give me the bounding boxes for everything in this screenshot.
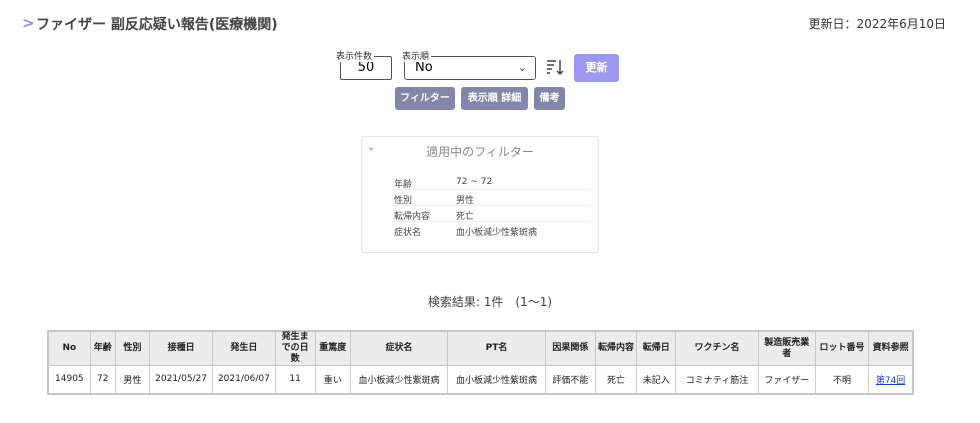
filter-key: 転帰内容 [394, 212, 431, 222]
results-table: No 年齢 性別 接種日 発生日 発生までの日数 重篤度 症状名 PT名 因果関… [47, 330, 914, 395]
cell-pt-name: 血小板減少性紫斑病 [447, 365, 546, 394]
filter-button[interactable]: フィルター [395, 87, 455, 110]
column-header[interactable]: 発生までの日数 [274, 330, 316, 366]
column-header[interactable]: 年齢 [89, 330, 116, 366]
column-header[interactable]: 接種日 [148, 330, 214, 366]
column-header[interactable]: 転帰内容 [594, 330, 638, 366]
reference-link[interactable]: 第74回 [876, 376, 905, 386]
cell-symptom: 血小板減少性紫斑病 [349, 365, 449, 394]
filter-row-sex: 性別 男性 [392, 191, 590, 206]
filter-row-outcome: 転帰内容 死亡 [392, 207, 590, 222]
column-header[interactable]: 製造販売業者 [757, 330, 816, 366]
page-header: > ファイザー 副反応疑い報告(医療機関) 更新日：2022年6月10日 [22, 12, 958, 36]
active-filter-panel: ⌄ 適用中のフィルター 年齢 72 ~ 72 性別 男性 転帰内容 死亡 症状名… [361, 136, 599, 253]
updated-date: 更新日：2022年6月10日 [808, 17, 946, 31]
column-header[interactable]: 症状名 [349, 330, 449, 366]
filter-key: 症状名 [394, 228, 422, 238]
filter-value: 死亡 [456, 212, 475, 222]
cell-reference: 第74回 [868, 365, 914, 394]
column-header[interactable]: 転帰日 [636, 330, 677, 366]
display-order-label: 表示順 [400, 49, 432, 62]
column-header[interactable]: ワクチン名 [675, 330, 759, 366]
filter-key: 年齢 [394, 180, 413, 190]
cell-days-to-onset: 11 [274, 365, 316, 394]
display-count-label: 表示件数 [334, 49, 375, 62]
display-order-value: No [415, 60, 433, 75]
column-header[interactable]: PT名 [447, 330, 546, 366]
filter-panel-title: 適用中のフィルター [426, 145, 534, 159]
table-row: 14905 72 男性 2021/05/27 2021/06/07 11 重い … [47, 365, 914, 394]
filter-value: 血小板減少性紫斑病 [456, 228, 538, 238]
cell-severity: 重い [314, 365, 351, 394]
search-result-summary: 検索結果: 1件 (1〜1) [427, 295, 553, 309]
column-header[interactable]: 性別 [114, 330, 150, 366]
cell-lot: 不明 [814, 365, 870, 394]
filter-key: 性別 [394, 196, 413, 206]
column-header[interactable]: 重篤度 [314, 330, 351, 366]
cell-age: 72 [89, 365, 116, 394]
column-header[interactable]: 資料参照 [868, 330, 914, 366]
cell-sex: 男性 [114, 365, 150, 394]
sort-descending-icon[interactable] [545, 57, 565, 77]
page-title: ファイザー 副反応疑い報告(医療機関) [36, 17, 278, 33]
column-header[interactable]: 発生日 [212, 330, 276, 366]
notes-button[interactable]: 備考 [534, 87, 565, 110]
cell-manufacturer: ファイザー [757, 365, 816, 394]
table-header-row: No 年齢 性別 接種日 発生日 発生までの日数 重篤度 症状名 PT名 因果関… [47, 330, 914, 366]
chevron-right-icon: > [22, 14, 35, 32]
order-detail-button[interactable]: 表示順 詳細 [461, 87, 528, 110]
cell-outcome-date: 未記入 [636, 365, 677, 394]
cell-causality: 評価不能 [544, 365, 596, 394]
update-button[interactable]: 更新 [574, 54, 619, 82]
column-header[interactable]: No [47, 330, 91, 366]
cell-vaccination-date: 2021/05/27 [148, 365, 214, 394]
chevron-down-icon: ⌄ [517, 61, 527, 74]
cell-vaccine: コミナティ筋注 [675, 365, 759, 394]
cell-onset-date: 2021/06/07 [212, 365, 276, 394]
filter-value: 72 ~ 72 [456, 177, 493, 187]
filter-row-symptom: 症状名 血小板減少性紫斑病 [392, 223, 590, 238]
cell-no: 14905 [47, 365, 91, 394]
cell-outcome: 死亡 [594, 365, 638, 394]
filter-value: 男性 [456, 196, 475, 206]
column-header[interactable]: ロット番号 [814, 330, 870, 366]
column-header[interactable]: 因果関係 [544, 330, 596, 366]
filter-row-age: 年齢 72 ~ 72 [392, 175, 590, 190]
